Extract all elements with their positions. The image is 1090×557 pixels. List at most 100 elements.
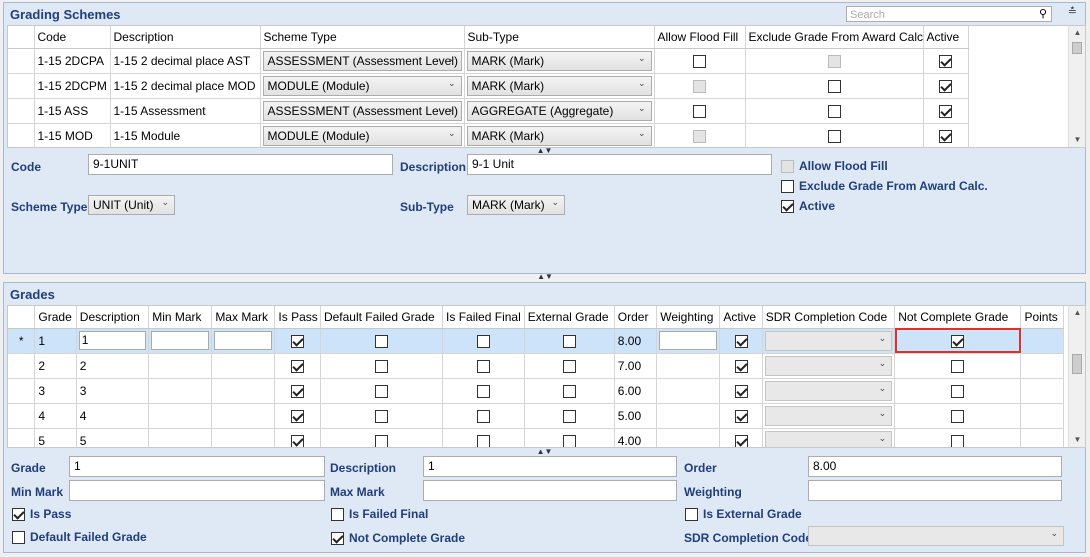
order-cell[interactable]: 5.00 <box>614 403 658 429</box>
is-failed-final-cell[interactable] <box>442 428 525 447</box>
sdr-completion-code-select[interactable]: ⌄ <box>764 405 893 426</box>
max-mark-cell[interactable] <box>211 328 276 354</box>
checkbox[interactable] <box>562 434 576 447</box>
col-active[interactable]: Active <box>719 306 763 329</box>
description-cell[interactable]: 1-15 Module <box>110 123 261 147</box>
checkbox[interactable] <box>476 409 490 423</box>
scheme-type-cell[interactable]: MODULE (Module) ⌄ <box>260 73 465 99</box>
exclude-grade-cell[interactable] <box>745 98 924 124</box>
row-header[interactable] <box>8 98 35 124</box>
default-failed-grade-cell[interactable] <box>320 428 444 447</box>
checkbox[interactable] <box>12 530 25 544</box>
min-mark-cell[interactable] <box>148 353 213 379</box>
code-field[interactable]: 9-1UNIT <box>88 154 393 175</box>
scheme-type-select[interactable]: UNIT (Unit) ⌄ <box>88 195 175 215</box>
scroll-thumb[interactable] <box>1072 42 1082 54</box>
points-cell[interactable] <box>1020 353 1064 379</box>
col-sub-type[interactable]: Sub-Type <box>464 26 655 49</box>
allow-flood-fill-cell[interactable] <box>654 73 746 99</box>
col-grade[interactable]: Grade <box>34 306 77 329</box>
not-complete-grade-cell[interactable] <box>894 328 1022 354</box>
is-pass-cell[interactable] <box>274 403 321 429</box>
scroll-up-icon[interactable]: ▲ <box>1069 26 1085 40</box>
checkbox[interactable] <box>685 507 698 521</box>
order-cell[interactable]: 8.00 <box>614 328 658 354</box>
not-complete-grade-check[interactable]: Not Complete Grade <box>331 531 465 545</box>
weighting-cell[interactable] <box>656 328 721 354</box>
description-cell[interactable]: 4 <box>76 403 150 429</box>
active-cell[interactable] <box>923 48 969 74</box>
description-cell[interactable]: 3 <box>76 378 150 404</box>
is-pass-cell[interactable] <box>274 353 321 379</box>
checkbox[interactable] <box>734 409 748 423</box>
col-default-failed-grade[interactable]: Default Failed Grade <box>320 306 444 329</box>
points-cell[interactable] <box>1020 328 1064 354</box>
description-cell[interactable]: 1 <box>76 328 150 354</box>
col-sdr-completion-code[interactable]: SDR Completion Code <box>762 306 896 329</box>
checkbox[interactable] <box>562 384 576 398</box>
scheme-type-cell[interactable]: ASSESSMENT (Assessment Level) ⌄ <box>260 48 465 74</box>
is-failed-final-cell[interactable] <box>442 378 525 404</box>
collapse-chevron-icon[interactable]: ≛ <box>1068 5 1077 18</box>
grades-splitter[interactable]: ▲▼ <box>4 448 1085 456</box>
checkbox[interactable] <box>331 531 344 545</box>
sdr-completion-code-select[interactable]: ⌄ <box>764 430 893 447</box>
scheme-type-select[interactable]: ASSESSMENT (Assessment Level) ⌄ <box>262 100 462 121</box>
sub-type-cell[interactable]: MARK (Mark) ⌄ <box>464 73 655 99</box>
default-failed-grade-cell[interactable] <box>320 353 444 379</box>
row-header[interactable] <box>8 123 35 147</box>
weighting-input[interactable] <box>659 331 718 350</box>
checkbox[interactable] <box>951 409 965 423</box>
scheme-type-select[interactable]: MODULE (Module) ⌄ <box>262 75 462 96</box>
weighting-cell[interactable] <box>656 403 721 429</box>
description-field[interactable]: 1 <box>423 456 677 477</box>
table-row[interactable]: 2 2 7.00 ⌄ <box>8 353 1064 379</box>
col-max-mark[interactable]: Max Mark <box>211 306 276 329</box>
exclude-grade-cell[interactable] <box>745 73 924 99</box>
order-field[interactable]: 8.00 <box>808 456 1062 477</box>
min-mark-cell[interactable] <box>148 428 213 447</box>
active-cell[interactable] <box>719 428 763 447</box>
checkbox[interactable] <box>734 434 748 447</box>
active-cell[interactable] <box>923 123 969 147</box>
not-complete-grade-cell[interactable] <box>894 428 1022 447</box>
col-not-complete-grade[interactable]: Not Complete Grade <box>894 306 1022 329</box>
checkbox[interactable] <box>693 129 706 143</box>
sub-type-cell[interactable]: MARK (Mark) ⌄ <box>464 48 655 74</box>
max-mark-field[interactable] <box>423 480 677 501</box>
checkbox[interactable] <box>291 359 305 373</box>
external-grade-cell[interactable] <box>524 353 615 379</box>
row-header[interactable] <box>8 353 36 379</box>
checkbox[interactable] <box>12 507 25 521</box>
checkbox[interactable] <box>951 359 965 373</box>
is-pass-cell[interactable] <box>274 328 321 354</box>
scroll-thumb[interactable] <box>1072 354 1082 374</box>
not-complete-grade-cell[interactable] <box>894 378 1022 404</box>
col-is-pass[interactable]: Is Pass <box>274 306 321 329</box>
sub-type-select[interactable]: MARK (Mark) ⌄ <box>466 75 652 96</box>
checkbox[interactable] <box>375 409 388 423</box>
allow-flood-fill-check[interactable]: Allow Flood Fill <box>781 159 888 173</box>
sub-type-select[interactable]: AGGREGATE (Aggregate) ⌄ <box>466 100 652 121</box>
active-check[interactable]: Active <box>781 199 835 213</box>
exclude-grade-check[interactable]: Exclude Grade From Award Calc. <box>781 179 988 193</box>
is-external-grade-check[interactable]: Is External Grade <box>685 507 802 521</box>
checkbox[interactable] <box>562 334 576 348</box>
table-row[interactable]: 4 4 5.00 ⌄ <box>8 403 1064 429</box>
order-cell[interactable]: 6.00 <box>614 378 658 404</box>
checkbox[interactable] <box>951 384 965 398</box>
table-row[interactable]: * 1 1 8.00 ⌄ <box>8 328 1064 354</box>
allow-flood-fill-cell[interactable] <box>654 48 746 74</box>
col-scheme-type[interactable]: Scheme Type <box>260 26 465 49</box>
col-order[interactable]: Order <box>614 306 658 329</box>
points-cell[interactable] <box>1020 428 1064 447</box>
is-failed-final-check[interactable]: Is Failed Final <box>331 507 428 521</box>
active-cell[interactable] <box>923 73 969 99</box>
scroll-down-icon[interactable]: ▼ <box>1069 433 1085 447</box>
checkbox[interactable] <box>562 359 576 373</box>
description-cell[interactable]: 1-15 2 decimal place AST <box>110 48 261 74</box>
checkbox[interactable] <box>476 359 490 373</box>
max-mark-cell[interactable] <box>211 403 276 429</box>
checkbox[interactable] <box>734 384 748 398</box>
scheme-type-select[interactable]: ASSESSMENT (Assessment Level) ⌄ <box>262 50 462 71</box>
